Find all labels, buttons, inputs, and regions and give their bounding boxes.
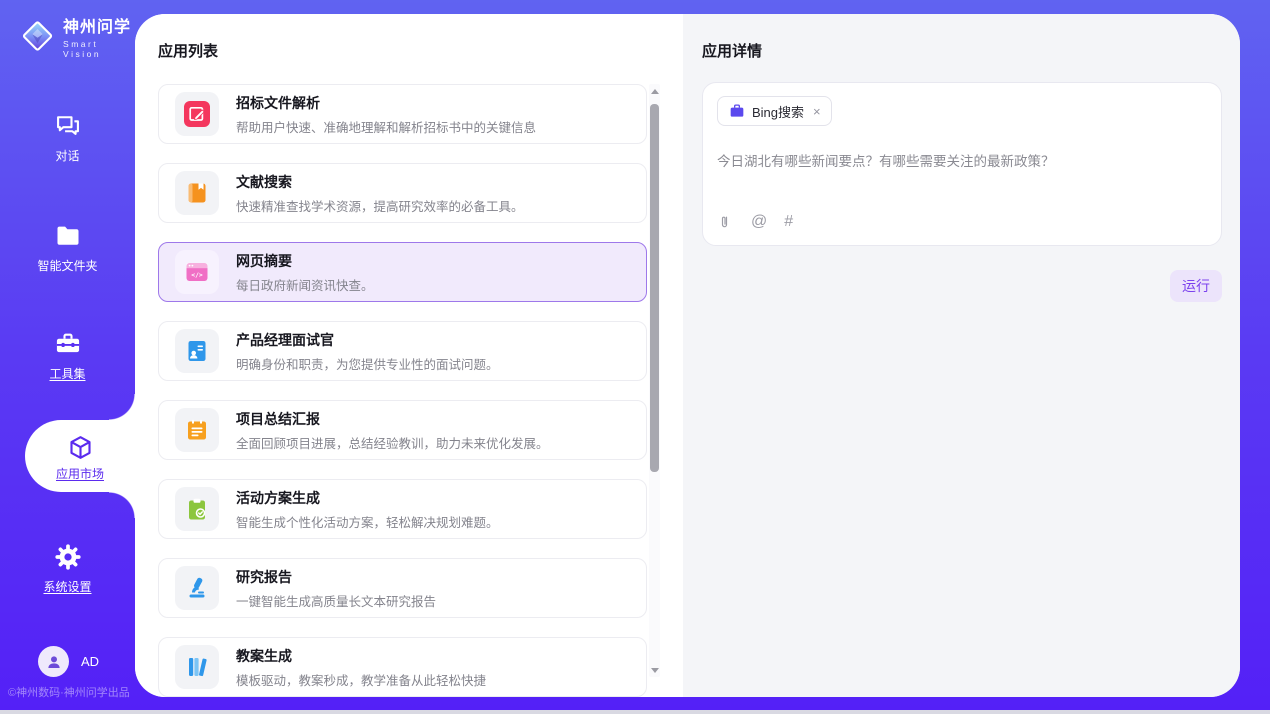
- app-card-title: 研究报告: [236, 567, 436, 587]
- scrollbar-down-arrow[interactable]: [649, 663, 660, 677]
- microscope-icon: [175, 566, 219, 610]
- app-card-desc: 一键智能生成高质量长文本研究报告: [236, 591, 436, 610]
- app-detail-pane: 应用详情 Bing搜索 × 今日湖北有哪些新闻要点？有哪些需要关注的最新政策？: [683, 14, 1240, 697]
- svg-text:</>: </>: [191, 271, 203, 279]
- app-card-title: 文献搜索: [236, 172, 524, 192]
- app-card-title: 项目总结汇报: [236, 409, 549, 429]
- sidebar-item-label: 智能文件夹: [37, 259, 97, 273]
- composer-card[interactable]: Bing搜索 × 今日湖北有哪些新闻要点？有哪些需要关注的最新政策？ @ #: [702, 82, 1222, 246]
- resume-icon: [175, 329, 219, 373]
- app-card-bid-analysis[interactable]: 招标文件解析 帮助用户快速、准确地理解和解析招标书中的关键信息: [158, 84, 647, 144]
- book-icon: [175, 171, 219, 215]
- app-card-title: 活动方案生成: [236, 488, 499, 508]
- composer-toolbar: @ #: [719, 213, 793, 231]
- close-icon[interactable]: ×: [813, 105, 821, 118]
- app-card-web-summary[interactable]: </> 网页摘要 每日政府新闻资讯快查。: [158, 242, 647, 302]
- sidebar-item-label: 系统设置: [43, 580, 91, 594]
- app-card-literature-search[interactable]: 文献搜索 快速精准查找学术资源，提高研究效率的必备工具。: [158, 163, 647, 223]
- brand-logo: 神州问学 Smart Vision: [20, 13, 135, 59]
- app-list-title: 应用列表: [158, 40, 218, 61]
- folder-icon: [54, 222, 82, 250]
- sidebar-item-label: 应用市场: [56, 467, 104, 481]
- tool-tag-bing-search[interactable]: Bing搜索 ×: [717, 96, 832, 126]
- calendar-note-icon: [175, 408, 219, 452]
- sidebar-item-chat[interactable]: 对话: [0, 112, 135, 165]
- app-list-scrollbar[interactable]: [649, 84, 660, 677]
- app-card-desc: 每日政府新闻资讯快查。: [236, 275, 374, 294]
- scrollbar-up-arrow[interactable]: [649, 84, 660, 98]
- app-card-title: 产品经理面试官: [236, 330, 499, 350]
- sidebar: 神州问学 Smart Vision 对话 智能文件夹: [0, 0, 135, 714]
- person-icon: [45, 653, 63, 671]
- user-initials: AD: [81, 654, 99, 669]
- bottom-edge-strip: [0, 710, 1270, 714]
- hash-icon[interactable]: #: [784, 213, 793, 231]
- app-card-desc: 快速精准查找学术资源，提高研究效率的必备工具。: [236, 196, 524, 215]
- blob-fillet-top: [109, 394, 135, 420]
- app-card-pm-interviewer[interactable]: 产品经理面试官 明确身份和职责，为您提供专业性的面试问题。: [158, 321, 647, 381]
- chat-icon: [54, 112, 82, 140]
- at-icon[interactable]: @: [751, 213, 767, 231]
- sidebar-item-settings[interactable]: 系统设置: [0, 543, 135, 596]
- app-card-desc: 帮助用户快速、准确地理解和解析招标书中的关键信息: [236, 117, 536, 136]
- blob-fillet-bottom: [109, 492, 135, 518]
- run-button[interactable]: 运行: [1170, 270, 1222, 302]
- paperclip-icon[interactable]: [719, 214, 734, 231]
- avatar: [38, 646, 69, 677]
- app-card-event-plan[interactable]: 活动方案生成 智能生成个性化活动方案，轻松解决规划难题。: [158, 479, 647, 539]
- tool-tag-label: Bing搜索: [752, 102, 804, 121]
- sidebar-item-smart-folder[interactable]: 智能文件夹: [0, 222, 135, 275]
- app-card-desc: 智能生成个性化活动方案，轻松解决规划难题。: [236, 512, 499, 531]
- app-card-desc: 明确身份和职责，为您提供专业性的面试问题。: [236, 354, 499, 373]
- sidebar-item-app-market[interactable]: 应用市场: [25, 420, 135, 492]
- toolbox-icon: [54, 330, 82, 358]
- briefcase-icon: [729, 103, 745, 119]
- clipboard-check-icon: [175, 487, 219, 531]
- content-area: 应用列表 招标文件解析 帮助用户快速、准确地理解和解析招标书中的关键信息: [135, 14, 1240, 697]
- brand-name: 神州问学: [63, 13, 135, 37]
- query-text[interactable]: 今日湖北有哪些新闻要点？有哪些需要关注的最新政策？: [717, 152, 1207, 172]
- brand-subtitle: Smart Vision: [63, 39, 135, 59]
- app-list-pane: 应用列表 招标文件解析 帮助用户快速、准确地理解和解析招标书中的关键信息: [135, 14, 683, 697]
- app-window: 神州问学 Smart Vision 对话 智能文件夹: [0, 0, 1270, 714]
- brand-diamond-icon: [20, 17, 55, 55]
- app-card-title: 招标文件解析: [236, 93, 536, 113]
- app-card-project-summary[interactable]: 项目总结汇报 全面回顾项目进展，总结经验教训，助力未来优化发展。: [158, 400, 647, 460]
- app-card-lesson-plan[interactable]: 教案生成 模板驱动，教案秒成，教学准备从此轻松快捷: [158, 637, 647, 697]
- app-card-title: 网页摘要: [236, 251, 374, 271]
- user-account[interactable]: AD: [38, 646, 99, 677]
- scrollbar-thumb[interactable]: [650, 104, 659, 472]
- app-card-title: 教案生成: [236, 646, 486, 666]
- books-icon: [175, 645, 219, 689]
- sidebar-item-toolbox[interactable]: 工具集: [0, 330, 135, 383]
- sidebar-item-label: 对话: [55, 149, 79, 163]
- app-card-research-report[interactable]: 研究报告 一键智能生成高质量长文本研究报告: [158, 558, 647, 618]
- edit-document-icon: [175, 92, 219, 136]
- cube-icon: [67, 434, 94, 461]
- app-card-desc: 模板驱动，教案秒成，教学准备从此轻松快捷: [236, 670, 486, 689]
- gear-icon: [54, 543, 82, 571]
- app-card-desc: 全面回顾项目进展，总结经验教训，助力未来优化发展。: [236, 433, 549, 452]
- app-detail-title: 应用详情: [702, 40, 762, 61]
- sidebar-footer: ©神州数码·神州问学出品: [8, 684, 130, 700]
- sidebar-item-label: 工具集: [49, 367, 85, 381]
- app-card-list: 招标文件解析 帮助用户快速、准确地理解和解析招标书中的关键信息 文献搜索: [158, 84, 647, 697]
- browser-code-icon: </>: [175, 250, 219, 294]
